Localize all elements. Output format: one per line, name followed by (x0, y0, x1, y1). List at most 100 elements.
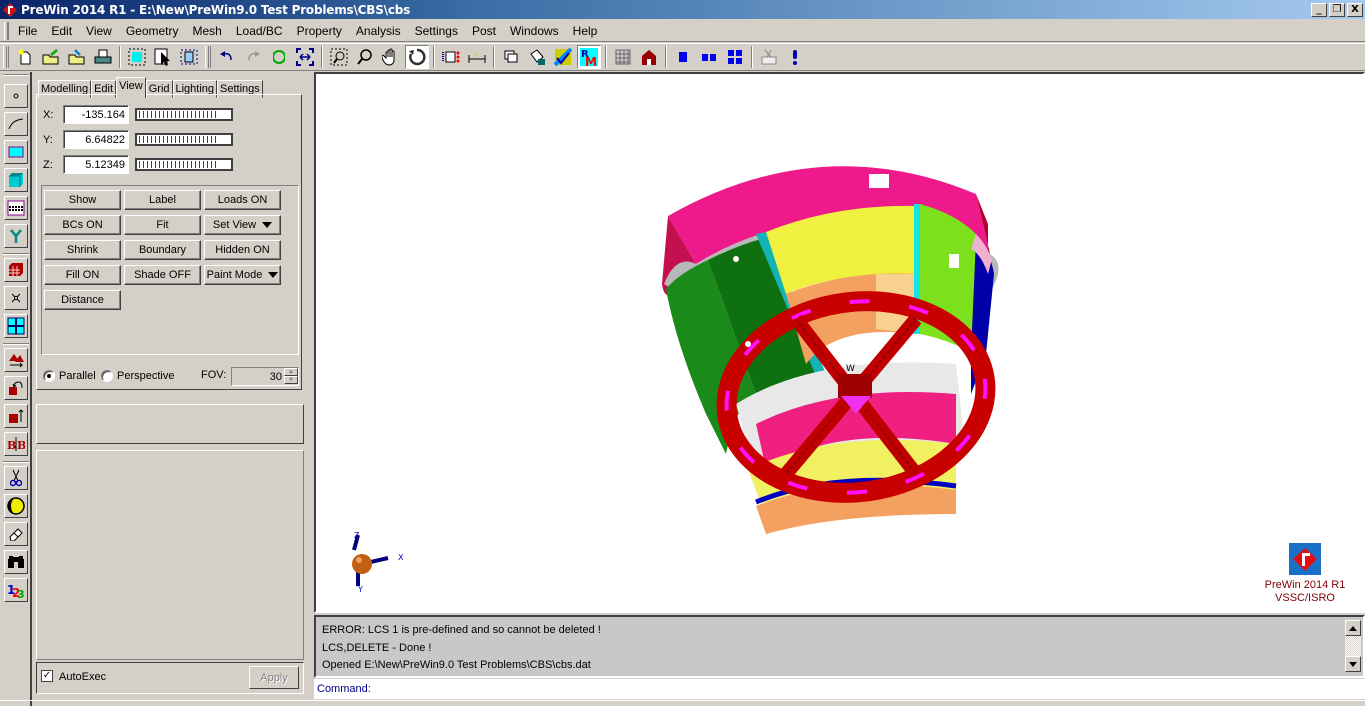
solid-icon[interactable] (4, 168, 28, 192)
house-icon[interactable] (637, 45, 661, 69)
measure-icon[interactable]: 5 (465, 45, 489, 69)
apply-button[interactable]: Apply (249, 666, 299, 689)
menu-post[interactable]: Post (465, 21, 503, 41)
select-window-icon[interactable] (177, 45, 201, 69)
menu-windows[interactable]: Windows (503, 21, 566, 41)
new-file-icon[interactable] (13, 45, 37, 69)
binoculars-icon[interactable] (4, 550, 28, 574)
mirror-icon[interactable]: BB (4, 432, 28, 456)
node-numbering-icon[interactable] (439, 45, 463, 69)
autoexec-checkbox[interactable]: ✓ (41, 670, 53, 682)
shrink-button[interactable]: Shrink (44, 240, 121, 260)
mesh-layer-icon[interactable] (4, 196, 28, 220)
toolbar-grip[interactable] (3, 46, 9, 68)
menu-load-bc[interactable]: Load/BC (229, 21, 290, 41)
brick-mesh-icon[interactable] (4, 258, 28, 282)
svg-text:5: 5 (475, 52, 479, 59)
translate-elements-icon[interactable] (4, 404, 28, 428)
menubar-grip[interactable] (4, 21, 9, 40)
close-button[interactable]: X (1347, 2, 1363, 17)
menu-file[interactable]: File (11, 21, 44, 41)
material-sphere-icon[interactable] (4, 494, 28, 518)
open-file-icon[interactable] (39, 45, 63, 69)
fill-on-button[interactable]: Fill ON (44, 265, 121, 285)
zoom-icon[interactable] (353, 45, 377, 69)
graphics-viewport[interactable]: W Z X Y PreWin 2014 R1 VSSC/ISRO (314, 72, 1365, 613)
rotate-elements-icon[interactable] (4, 376, 28, 400)
undo-icon[interactable] (215, 45, 239, 69)
parallel-radio[interactable] (43, 370, 55, 382)
select-pointer-icon[interactable] (151, 45, 175, 69)
eraser-icon[interactable] (4, 522, 28, 546)
command-input[interactable] (374, 680, 1365, 698)
rotate-icon[interactable] (405, 45, 429, 69)
coord-x-slider[interactable] (135, 108, 233, 121)
shade-off-button[interactable]: Shade OFF (124, 265, 201, 285)
copy-icon[interactable] (499, 45, 523, 69)
label-button[interactable]: Label (124, 190, 201, 210)
single-view-icon[interactable] (671, 45, 695, 69)
menu-settings[interactable]: Settings (408, 21, 465, 41)
info-panel (36, 404, 304, 444)
paint-bucket-icon[interactable] (525, 45, 549, 69)
scroll-track[interactable] (1345, 636, 1361, 656)
cross-node-icon[interactable] (4, 286, 28, 310)
point-icon[interactable] (4, 84, 28, 108)
keyboard-icon[interactable] (757, 45, 781, 69)
console-scrollbar[interactable] (1345, 620, 1361, 675)
perspective-radio[interactable] (101, 370, 113, 382)
menu-analysis[interactable]: Analysis (349, 21, 408, 41)
menu-help[interactable]: Help (566, 21, 605, 41)
fov-down-button[interactable]: ▼ (284, 376, 298, 384)
fit-button[interactable]: Fit (124, 215, 201, 235)
restore-button[interactable]: ❐ (1329, 2, 1345, 17)
zoom-window-icon[interactable] (327, 45, 351, 69)
select-box-icon[interactable] (125, 45, 149, 69)
scroll-down-button[interactable] (1345, 656, 1361, 672)
coord-z-slider[interactable] (135, 158, 233, 171)
extrude-icon[interactable] (4, 348, 28, 372)
pan-hand-icon[interactable] (379, 45, 403, 69)
cut-scissors-icon[interactable] (4, 466, 28, 490)
redo-icon[interactable] (241, 45, 265, 69)
set-view-dropdown[interactable]: Set View (204, 215, 281, 235)
hidden-on-button[interactable]: Hidden ON (204, 240, 281, 260)
grid-select-icon[interactable] (611, 45, 635, 69)
menu-geometry[interactable]: Geometry (119, 21, 186, 41)
fit-extents-icon[interactable] (293, 45, 317, 69)
print-icon[interactable] (91, 45, 115, 69)
coord-z-input[interactable] (63, 155, 129, 174)
exclamation-icon[interactable] (783, 45, 807, 69)
coord-y-input[interactable] (63, 130, 129, 149)
tab-view[interactable]: View (116, 77, 146, 98)
two-views-icon[interactable] (697, 45, 721, 69)
show-button[interactable]: Show (44, 190, 121, 210)
menu-edit[interactable]: Edit (44, 21, 79, 41)
loads-on-button[interactable]: Loads ON (204, 190, 281, 210)
distance-button[interactable]: Distance (44, 290, 121, 310)
menu-property[interactable]: Property (290, 21, 349, 41)
coord-y-slider[interactable] (135, 133, 233, 146)
refresh-icon[interactable] (267, 45, 291, 69)
curve-icon[interactable] (4, 112, 28, 136)
grid-quad-icon[interactable] (4, 314, 28, 338)
import-file-icon[interactable] (65, 45, 89, 69)
fov-spinbox[interactable]: 30 ▲ ▼ (231, 367, 299, 386)
paint-mode-dropdown[interactable]: Paint Mode (204, 265, 281, 285)
fov-value: 30 (269, 371, 282, 383)
rm-mode-icon[interactable]: RM (577, 45, 601, 69)
menu-mesh[interactable]: Mesh (186, 21, 229, 41)
numbering-123-icon[interactable]: 123 (4, 578, 28, 602)
scroll-up-button[interactable] (1345, 620, 1361, 636)
bcs-on-button[interactable]: BCs ON (44, 215, 121, 235)
minimize-button[interactable]: _ (1311, 2, 1327, 17)
menu-view[interactable]: View (79, 21, 119, 41)
fill-on-button-label: Fill ON (65, 269, 100, 281)
surface-icon[interactable] (4, 140, 28, 164)
fov-up-button[interactable]: ▲ (284, 368, 298, 376)
branch-icon[interactable] (4, 224, 28, 248)
coord-x-input[interactable] (63, 105, 129, 124)
four-views-icon[interactable] (723, 45, 747, 69)
color-map-icon[interactable] (551, 45, 575, 69)
boundary-button[interactable]: Boundary (124, 240, 201, 260)
